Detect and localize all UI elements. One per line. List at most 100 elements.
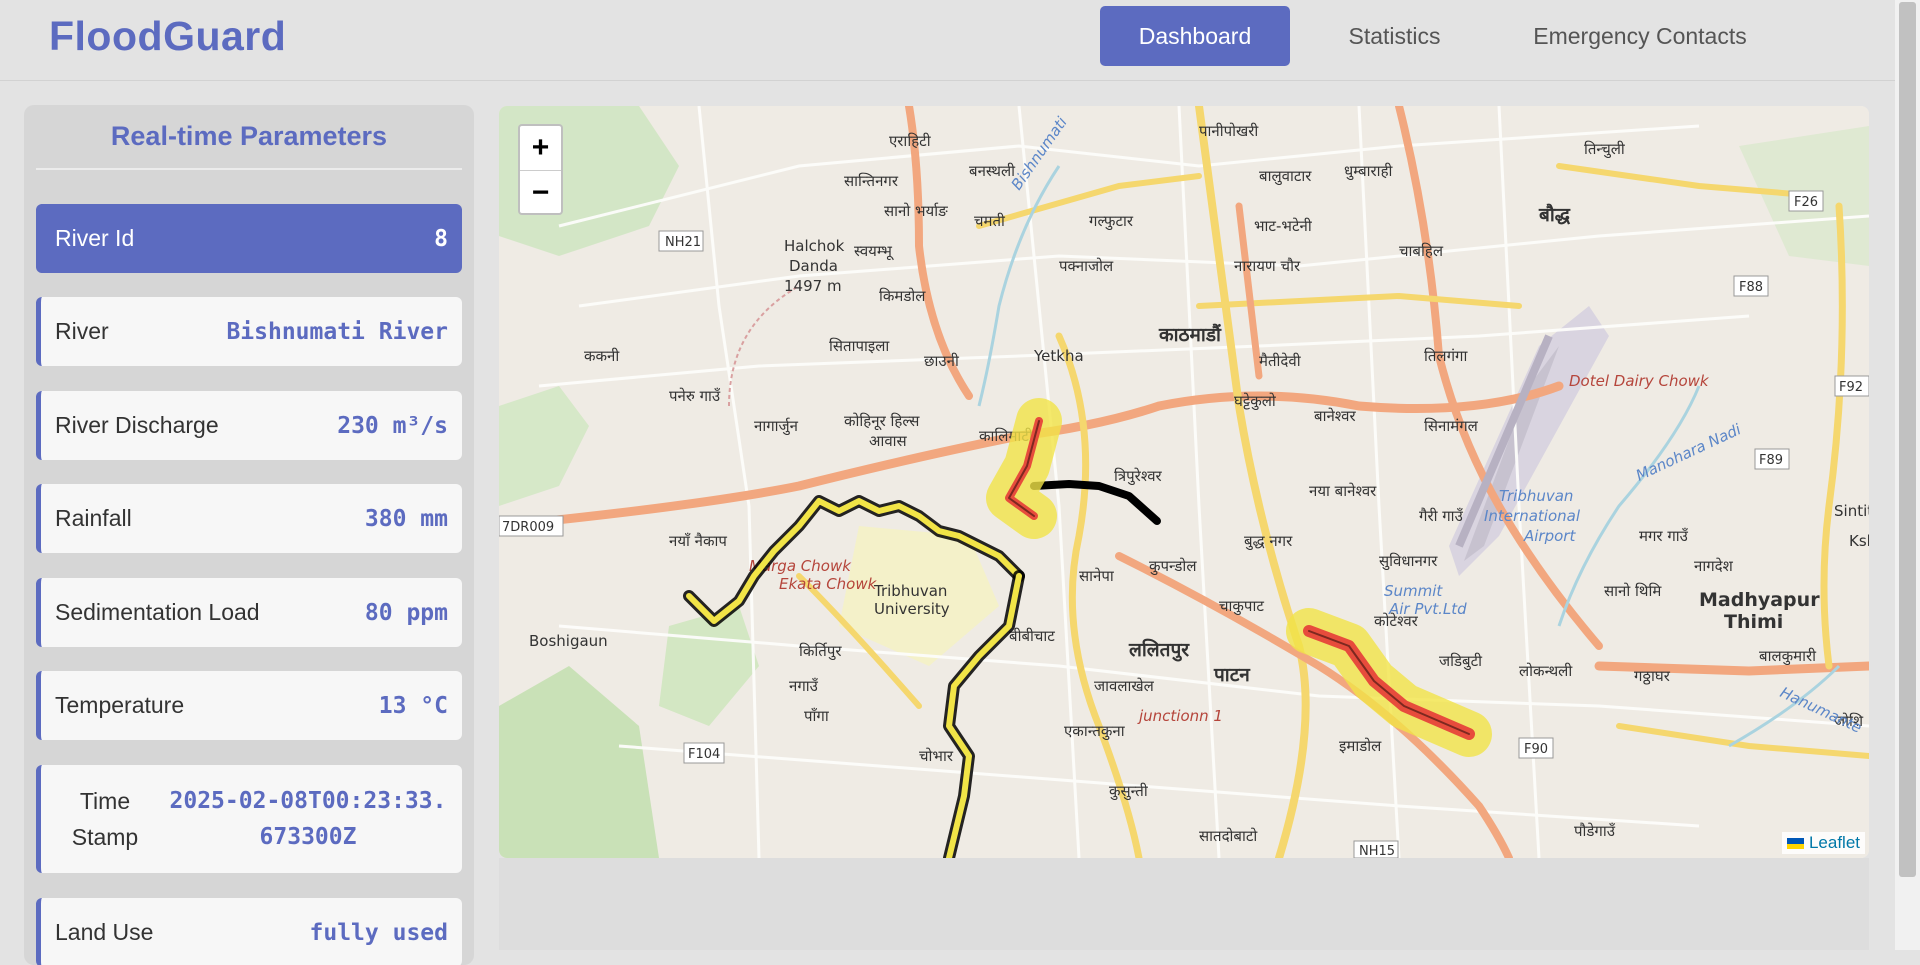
svg-text:ककनी: ककनी [584, 347, 620, 365]
map-tiles[interactable]: एराहिटी सान्तिनगर बनस्थली पानीपोखरी बालु… [499, 106, 1869, 858]
page-scrollbar[interactable] [1895, 0, 1920, 950]
svg-text:F89: F89 [1759, 453, 1783, 468]
svg-text:गैरी गाउँ: गैरी गाउँ [1419, 507, 1464, 525]
svg-text:पाटन: पाटन [1213, 664, 1251, 686]
param-sedimentation-load: Sedimentation Load 80 ppm [36, 578, 462, 647]
svg-text:सान्तिनगर: सान्तिनगर [844, 172, 899, 190]
svg-text:कुसुन्ती: कुसुन्ती [1109, 782, 1149, 801]
svg-text:इमाडोल: इमाडोल [1339, 737, 1382, 755]
svg-text:गल्फुटार: गल्फुटार [1089, 212, 1134, 231]
svg-text:Tribhuvan: Tribhuvan [873, 582, 947, 600]
param-value: 80 ppm [364, 599, 448, 626]
param-value: 230 m³/s [337, 412, 448, 439]
svg-text:नगाउँ: नगाउँ [789, 677, 819, 695]
svg-text:बनस्थली: बनस्थली [969, 162, 1016, 180]
svg-text:F90: F90 [1524, 742, 1548, 757]
svg-text:चाबहिल: चाबहिल [1399, 242, 1444, 260]
svg-text:1497 m: 1497 m [784, 277, 842, 295]
svg-text:F104: F104 [688, 747, 720, 762]
leaflet-link[interactable]: Leaflet [1809, 833, 1860, 853]
param-label: River [55, 318, 109, 344]
svg-text:Madhyapur: Madhyapur [1699, 589, 1820, 611]
svg-text:स्वयम्भू: स्वयम्भू [854, 242, 894, 261]
svg-text:एराहिटी: एराहिटी [889, 132, 932, 150]
zoom-out-button[interactable]: − [520, 171, 561, 215]
svg-text:7DR009: 7DR009 [502, 520, 554, 535]
nav-emergency-contacts[interactable]: Emergency Contacts [1500, 6, 1780, 66]
parameters-panel: Real-time Parameters River Id 8 River Bi… [24, 105, 474, 965]
svg-text:Dotel Dairy Chowk: Dotel Dairy Chowk [1569, 372, 1710, 390]
param-river-id: River Id 8 [36, 204, 462, 273]
param-temperature: Temperature 13 °C [36, 671, 462, 740]
svg-text:F88: F88 [1739, 280, 1763, 295]
svg-text:लोकन्थली: लोकन्थली [1519, 662, 1573, 680]
svg-text:सानेपा: सानेपा [1079, 567, 1115, 585]
svg-text:नागार्जुन: नागार्जुन [754, 417, 799, 436]
svg-text:नारायण चौर: नारायण चौर [1234, 257, 1301, 275]
svg-text:Ekata Chowk: Ekata Chowk [779, 575, 878, 593]
main-nav: Dashboard Statistics Emergency Contacts [1100, 6, 1780, 66]
param-value: 13 °C [378, 692, 448, 719]
svg-text:NH15: NH15 [1359, 844, 1395, 858]
svg-text:Thimi: Thimi [1724, 611, 1783, 633]
svg-text:कोहिनूर हिल्स: कोहिनूर हिल्स [844, 412, 920, 431]
svg-text:नागदेश: नागदेश [1694, 557, 1734, 575]
svg-text:International: International [1484, 507, 1581, 525]
svg-text:सानो थिमि: सानो थिमि [1604, 582, 1662, 600]
svg-text:आवास: आवास [869, 432, 908, 450]
svg-text:मगर गाउँ: मगर गाउँ [1639, 527, 1689, 545]
svg-text:पनेरु गाउँ: पनेरु गाउँ [669, 387, 721, 405]
svg-text:Boshigaun: Boshigaun [529, 632, 608, 650]
nav-statistics[interactable]: Statistics [1300, 6, 1489, 66]
param-rainfall: Rainfall 380 mm [36, 484, 462, 553]
param-time-stamp: Time Stamp 2025-02-08T00:23:33.673300Z [36, 765, 462, 873]
svg-text:University: University [874, 600, 950, 618]
top-navbar: FloodGuard Dashboard Statistics Emergenc… [0, 0, 1895, 81]
svg-text:किर्तिपुर: किर्तिपुर [799, 642, 842, 661]
svg-text:धुम्बाराही: धुम्बाराही [1344, 162, 1394, 181]
svg-text:Yetkha: Yetkha [1033, 347, 1084, 365]
svg-text:भाट-भटेनी: भाट-भटेनी [1254, 217, 1313, 235]
svg-text:Tribhuvan: Tribhuvan [1499, 487, 1573, 505]
svg-text:सातदोबाटो: सातदोबाटो [1199, 827, 1258, 845]
svg-text:घट्टेकुलो: घट्टेकुलो [1234, 392, 1277, 411]
scrollbar-thumb[interactable] [1899, 2, 1916, 877]
param-value: fully used [309, 919, 448, 946]
svg-text:बानेश्वर: बानेश्वर [1314, 407, 1356, 425]
svg-text:कुपन्डोल: कुपन्डोल [1149, 557, 1197, 576]
svg-text:NH21: NH21 [665, 235, 701, 250]
param-value: 2025-02-08T00:23:33.673300Z [169, 788, 447, 850]
svg-text:तिलगंगा: तिलगंगा [1424, 347, 1468, 365]
svg-text:पौडेगाउँ: पौडेगाउँ [1574, 822, 1616, 840]
svg-text:सिनामंगल: सिनामंगल [1424, 417, 1479, 435]
svg-text:तिन्चुली: तिन्चुली [1584, 140, 1626, 159]
ukraine-flag-icon [1786, 837, 1804, 849]
svg-text:पक्नाजोल: पक्नाजोल [1059, 257, 1114, 275]
param-river: River Bishnumati River [36, 297, 462, 366]
param-label: Land Use [55, 919, 154, 945]
zoom-in-button[interactable]: + [520, 126, 561, 171]
svg-text:पाँगा: पाँगा [804, 707, 830, 725]
param-label: River Id [55, 225, 135, 251]
svg-text:गठ्ठाघर: गठ्ठाघर [1634, 667, 1671, 685]
flood-risk-map[interactable]: एराहिटी सान्तिनगर बनस्थली पानीपोखरी बालु… [499, 106, 1869, 858]
svg-text:Danda: Danda [789, 257, 838, 275]
svg-text:बीबीचाट: बीबीचाट [1009, 627, 1055, 645]
svg-text:नयाँ नैकाप: नयाँ नैकाप [669, 532, 727, 550]
param-value: Bishnumati River [226, 318, 448, 345]
nav-dashboard[interactable]: Dashboard [1100, 6, 1290, 66]
svg-text:मैतीदेवी: मैतीदेवी [1259, 352, 1302, 370]
map-footer-area [499, 858, 1869, 950]
svg-text:किमडोल: किमडोल [879, 287, 926, 305]
svg-text:ललितपुर: ललितपुर [1128, 638, 1190, 662]
app-brand[interactable]: FloodGuard [49, 13, 286, 60]
svg-text:Air Pvt.Ltd: Air Pvt.Ltd [1388, 600, 1467, 618]
svg-text:एकान्तकुना: एकान्तकुना [1064, 722, 1126, 741]
svg-text:काठमाडौं: काठमाडौं [1158, 323, 1222, 346]
svg-text:Airport: Airport [1523, 527, 1576, 545]
svg-text:बालकुमारी: बालकुमारी [1759, 647, 1817, 666]
svg-text:F92: F92 [1839, 380, 1863, 395]
param-label: River Discharge [55, 412, 219, 438]
svg-text:Sintit: Sintit [1834, 502, 1869, 520]
svg-text:सुविधानगर: सुविधानगर [1379, 552, 1438, 571]
